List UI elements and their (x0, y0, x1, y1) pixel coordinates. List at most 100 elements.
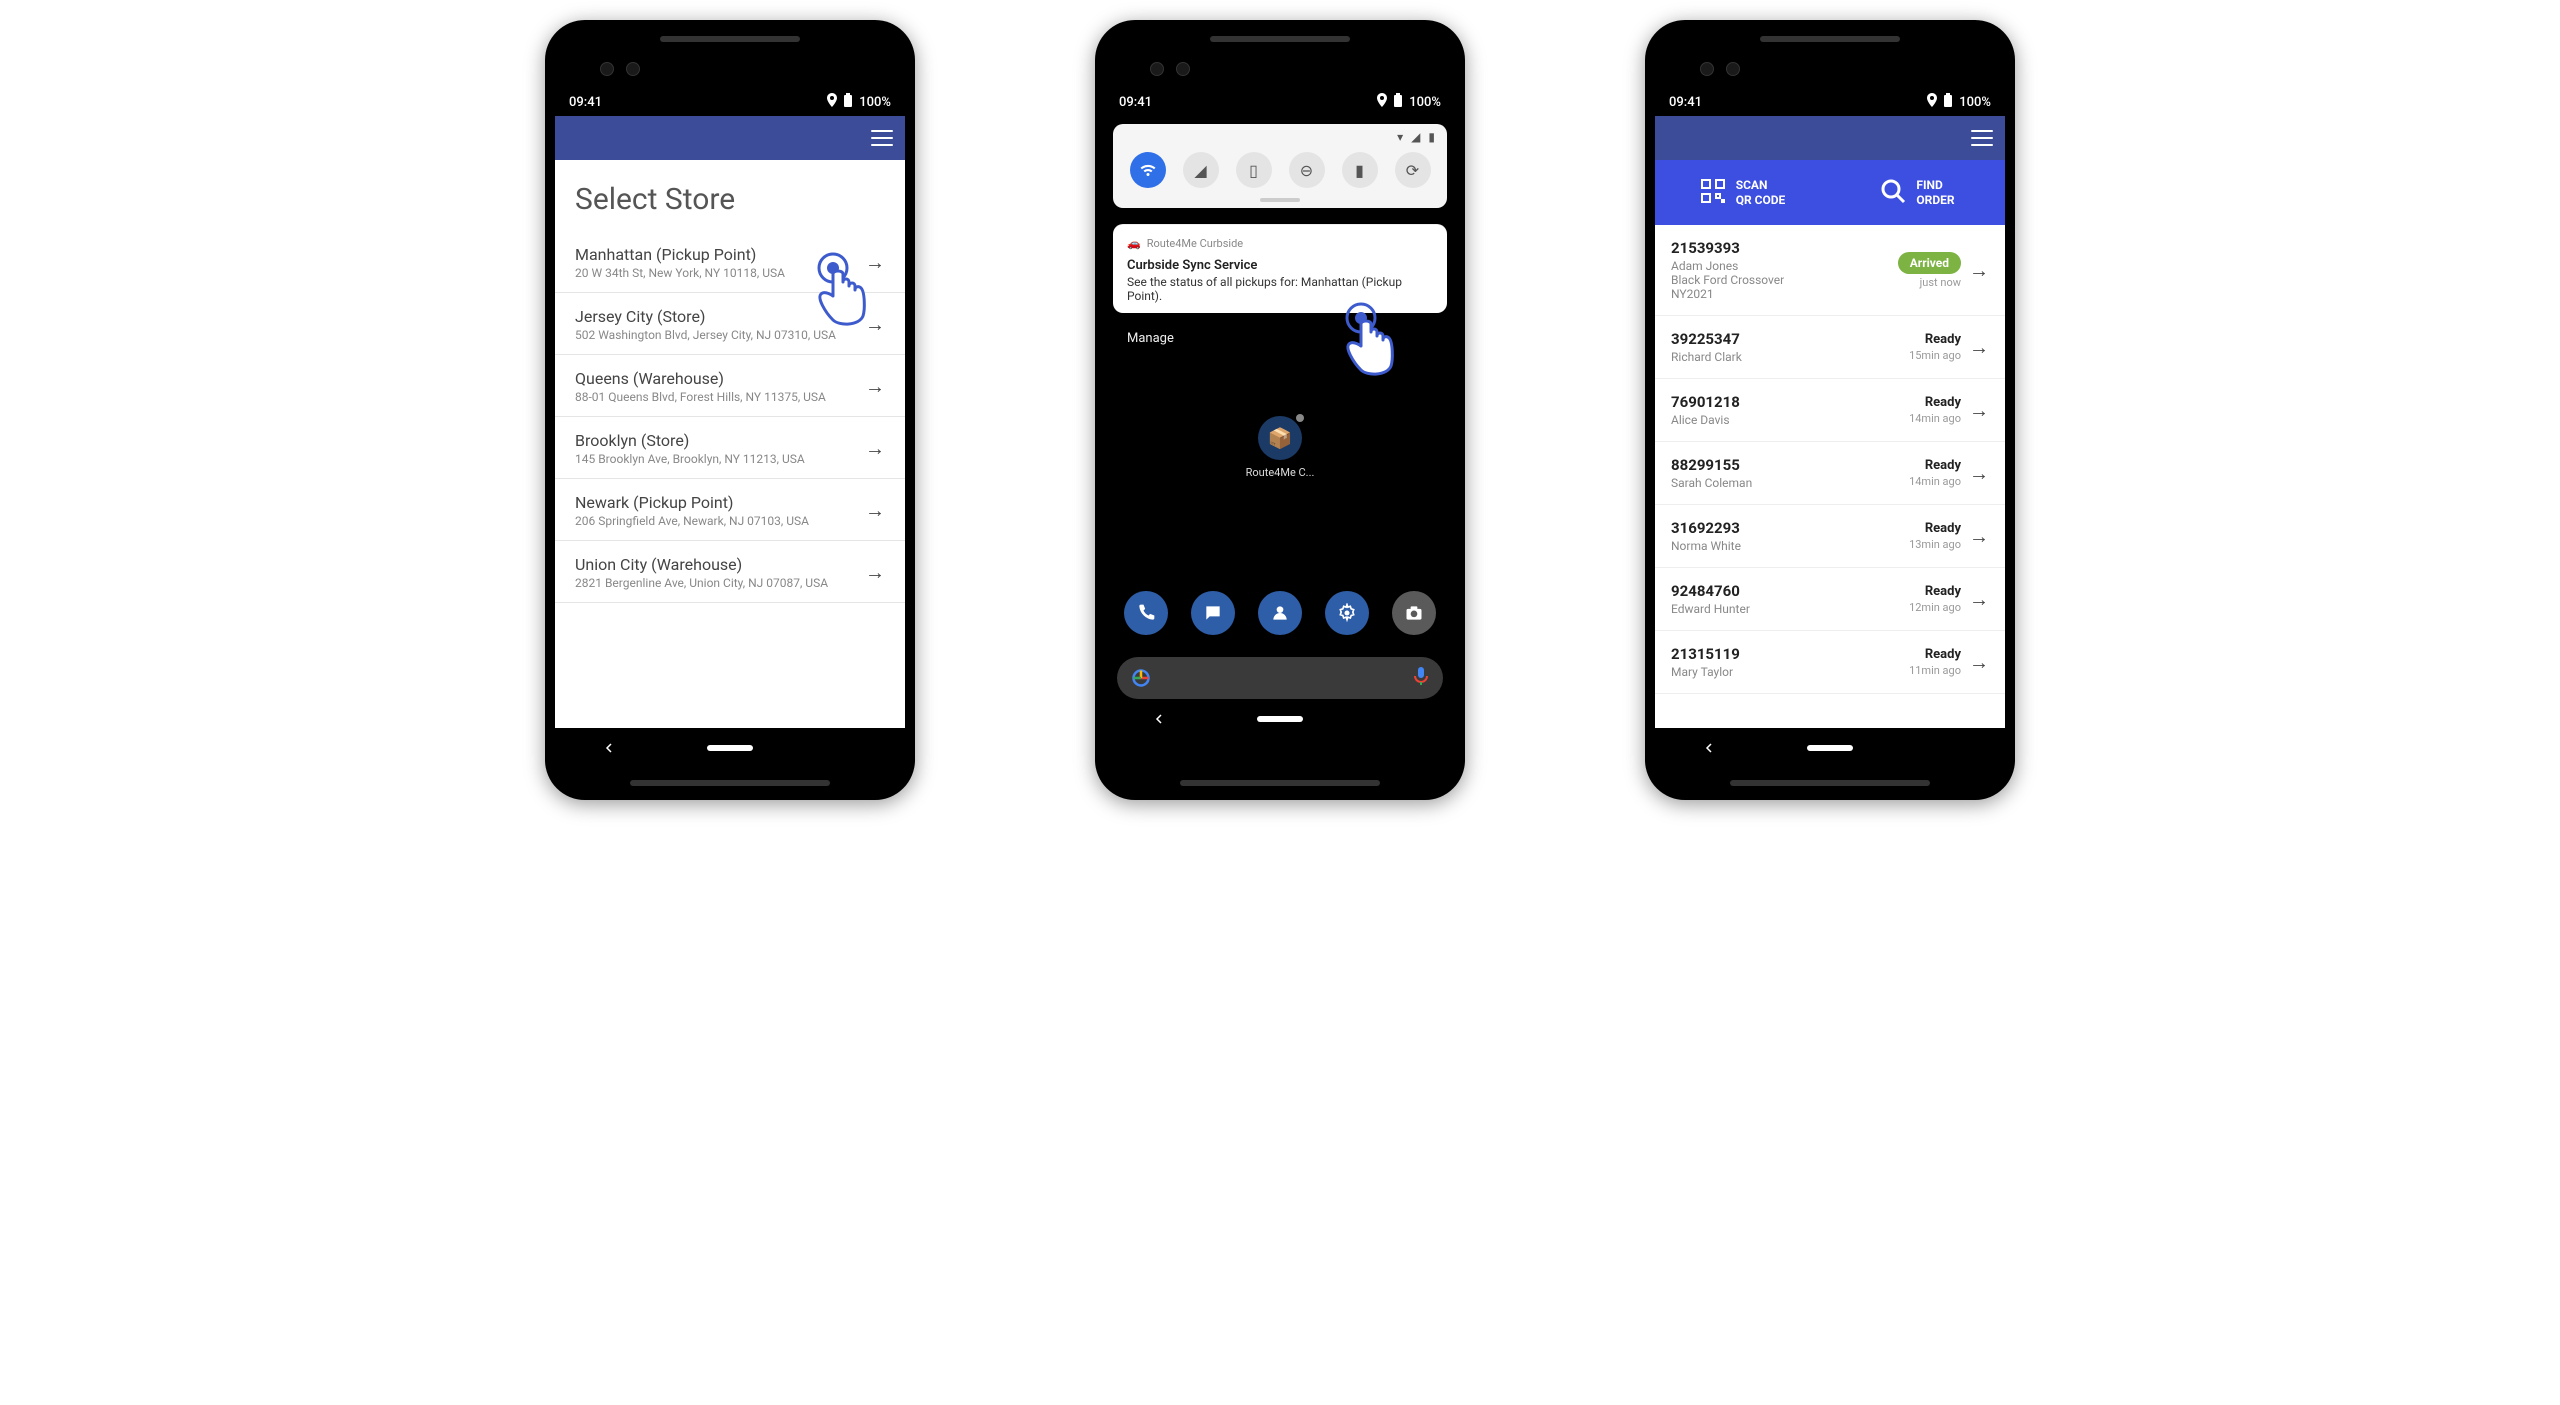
chevron-right-icon: → (1969, 258, 1989, 283)
settings-app-icon[interactable] (1325, 591, 1369, 635)
qr-icon (1700, 178, 1726, 207)
store-row[interactable]: Brooklyn (Store) 145 Brooklyn Ave, Brook… (555, 417, 905, 479)
flashlight-toggle-icon[interactable]: ▮ (1342, 152, 1378, 188)
order-row[interactable]: 31692293 Norma White Ready 13min ago → (1655, 505, 2005, 568)
status-badge: Arrived (1898, 252, 1961, 274)
find-order-button[interactable]: FINDORDER (1830, 160, 2005, 225)
status-bar: 09:41 100% (1655, 88, 2005, 116)
order-status: Ready (1909, 395, 1961, 410)
store-name: Jersey City (Store) (575, 307, 836, 326)
location-icon (1927, 93, 1937, 111)
menu-icon[interactable] (871, 130, 893, 146)
notif-manage-button[interactable]: Manage (1113, 321, 1447, 356)
order-status: Ready (1909, 521, 1961, 536)
order-row[interactable]: 76901218 Alice Davis Ready 14min ago → (1655, 379, 2005, 442)
store-address: 20 W 34th St, New York, NY 10118, USA (575, 266, 785, 280)
order-row[interactable]: 21315119 Mary Taylor Ready 11min ago → (1655, 631, 2005, 694)
nav-home-icon[interactable] (1807, 745, 1853, 751)
battery-icon (843, 93, 853, 111)
chevron-right-icon: → (1969, 335, 1989, 360)
nav-recent-icon[interactable] (1941, 738, 1961, 758)
app-shortcut-label: Route4Me C... (1246, 466, 1315, 479)
data-toggle-icon[interactable]: ◢ (1183, 152, 1219, 188)
order-customer: Sarah Coleman (1671, 476, 1901, 490)
nav-recent-icon[interactable] (841, 738, 861, 758)
order-time: 14min ago (1909, 475, 1961, 488)
android-nav-bar (555, 728, 905, 768)
scan-qr-button[interactable]: SCANQR CODE (1655, 160, 1830, 225)
app-bar (555, 116, 905, 160)
order-status: Ready (1909, 332, 1961, 347)
scan-label-2: QR CODE (1736, 193, 1786, 207)
rotate-toggle-icon[interactable]: ⟳ (1395, 152, 1431, 188)
notification-card[interactable]: 🚗 Route4Me Curbside Curbside Sync Servic… (1113, 224, 1447, 313)
home-app-shortcut[interactable]: 📦 Route4Me C... (1246, 416, 1315, 479)
quick-settings-panel: ▾ ◢ ▮ ◢ ▯ ⊖ ▮ ⟳ (1113, 124, 1447, 208)
nav-back-icon[interactable] (599, 738, 619, 758)
find-label-2: ORDER (1916, 193, 1954, 207)
contacts-app-icon[interactable] (1258, 591, 1302, 635)
status-time: 09:41 (569, 95, 602, 110)
notif-title: Curbside Sync Service (1127, 258, 1433, 273)
store-row[interactable]: Newark (Pickup Point) 206 Springfield Av… (555, 479, 905, 541)
store-row[interactable]: Union City (Warehouse) 2821 Bergenline A… (555, 541, 905, 603)
battery-pct: 100% (1959, 95, 1991, 110)
nav-recent-icon[interactable] (1391, 709, 1411, 729)
battery-small-icon: ▮ (1428, 130, 1435, 144)
find-label-1: FIND (1916, 178, 1954, 192)
battery-pct: 100% (859, 95, 891, 110)
nav-home-icon[interactable] (1257, 716, 1303, 722)
chevron-right-icon: → (865, 250, 885, 275)
order-customer: Alice Davis (1671, 413, 1901, 427)
android-nav-bar (1105, 699, 1455, 739)
order-id: 92484760 (1671, 582, 1901, 600)
chevron-right-icon: → (1969, 398, 1989, 423)
store-name: Brooklyn (Store) (575, 431, 805, 450)
store-row[interactable]: Jersey City (Store) 502 Washington Blvd,… (555, 293, 905, 355)
store-name: Newark (Pickup Point) (575, 493, 809, 512)
store-row[interactable]: Manhattan (Pickup Point) 20 W 34th St, N… (555, 231, 905, 293)
battery-pct: 100% (1409, 95, 1441, 110)
menu-icon[interactable] (1971, 130, 1993, 146)
store-address: 145 Brooklyn Ave, Brooklyn, NY 11213, US… (575, 452, 805, 466)
store-name: Union City (Warehouse) (575, 555, 828, 574)
store-row[interactable]: Queens (Warehouse) 88-01 Queens Blvd, Fo… (555, 355, 905, 417)
nav-back-icon[interactable] (1149, 709, 1169, 729)
phone-notification-shade: 09:41 100% ▾ ◢ ▮ ◢ (1095, 20, 1465, 800)
dnd-toggle-icon[interactable]: ⊖ (1289, 152, 1325, 188)
order-time: 15min ago (1909, 349, 1961, 362)
order-status: Ready (1909, 584, 1961, 599)
wifi-small-icon: ▾ (1397, 130, 1403, 144)
chevron-right-icon: → (865, 560, 885, 585)
order-customer: Norma White (1671, 539, 1901, 553)
wifi-toggle-icon[interactable] (1130, 152, 1166, 188)
google-search-bar[interactable] (1117, 657, 1443, 699)
order-row[interactable]: 39225347 Richard Clark Ready 15min ago → (1655, 316, 2005, 379)
order-customer: Edward Hunter (1671, 602, 1901, 616)
android-nav-bar (1655, 728, 2005, 768)
order-row[interactable]: 21539393 Adam Jones Black Ford Crossover… (1655, 225, 2005, 316)
scan-label-1: SCAN (1736, 178, 1786, 192)
order-vehicle: Black Ford Crossover (1671, 273, 1890, 287)
store-address: 2821 Bergenline Ave, Union City, NJ 0708… (575, 576, 828, 590)
order-plate: NY2021 (1671, 287, 1890, 301)
nav-back-icon[interactable] (1699, 738, 1719, 758)
order-time: 11min ago (1909, 664, 1961, 677)
mic-icon[interactable] (1413, 666, 1429, 690)
store-address: 502 Washington Blvd, Jersey City, NJ 073… (575, 328, 836, 342)
order-status: Ready (1909, 647, 1961, 662)
notif-app-icon: 🚗 (1127, 237, 1141, 250)
battery-saver-toggle-icon[interactable]: ▯ (1236, 152, 1272, 188)
order-row[interactable]: 88299155 Sarah Coleman Ready 14min ago → (1655, 442, 2005, 505)
order-id: 21315119 (1671, 645, 1901, 663)
messages-app-icon[interactable] (1191, 591, 1235, 635)
order-time: 12min ago (1909, 601, 1961, 614)
nav-home-icon[interactable] (707, 745, 753, 751)
chevron-right-icon: → (865, 436, 885, 461)
order-id: 31692293 (1671, 519, 1901, 537)
chevron-right-icon: → (1969, 587, 1989, 612)
phone-app-icon[interactable] (1124, 591, 1168, 635)
order-row[interactable]: 92484760 Edward Hunter Ready 12min ago → (1655, 568, 2005, 631)
camera-app-icon[interactable] (1392, 591, 1436, 635)
phone-select-store: 09:41 100% Select Store (545, 20, 915, 800)
